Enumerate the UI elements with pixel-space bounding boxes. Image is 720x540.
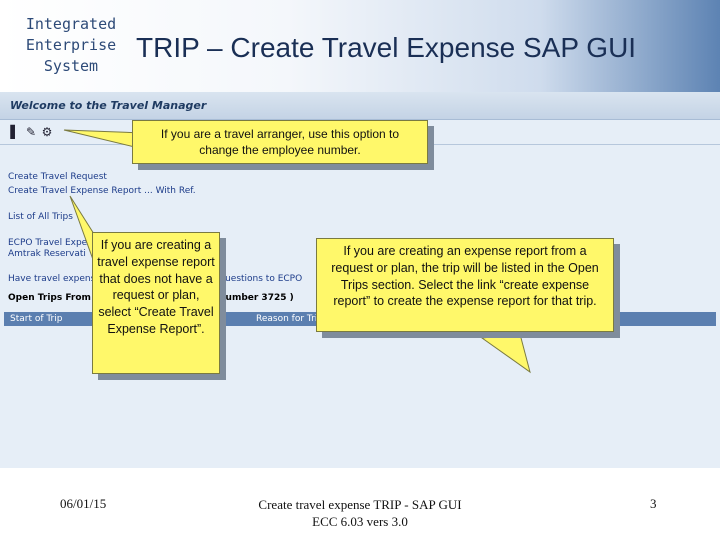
create-expense-report-link[interactable]: Create Travel Expense Report ... With Re… (8, 186, 196, 196)
sap-title-bar: Welcome to the Travel Manager (0, 92, 720, 120)
list-all-trips-link[interactable]: List of All Trips (8, 212, 73, 222)
edit-list-icon[interactable]: ✎ (24, 125, 38, 139)
user-change-icon[interactable]: ⚙ (40, 125, 54, 139)
org-name: Integrated Enterprise System (16, 14, 126, 77)
employee-number-text: Number 3725 ) (218, 293, 294, 303)
questions-ecpo-link[interactable]: Questions to ECPO (218, 274, 302, 284)
page-number: 3 (650, 496, 657, 511)
org-line-2: Enterprise (25, 36, 117, 54)
id-card-icon[interactable]: ▌ (8, 125, 22, 139)
org-line-3: System (43, 57, 99, 75)
sap-window-title: Welcome to the Travel Manager (10, 99, 207, 112)
have-travel-text: Have travel expense (8, 274, 101, 284)
slide-title: TRIP – Create Travel Expense SAP GUI (136, 32, 637, 63)
reason-for-trip-column[interactable]: Reason for Trip (256, 314, 323, 324)
amtrak-link[interactable]: Amtrak Reservati (8, 249, 86, 259)
callout-arranger: If you are a travel arranger, use this o… (132, 120, 428, 164)
callout-open-trips: If you are creating an expense report fr… (316, 238, 614, 332)
org-line-1: Integrated (25, 15, 117, 33)
slide-header: Integrated Enterprise System TRIP – Crea… (0, 0, 720, 92)
footer-center: Create travel expense TRIP - SAP GUI ECC… (258, 497, 462, 529)
create-travel-request-link[interactable]: Create Travel Request (8, 172, 107, 182)
start-of-trip-column[interactable]: Start of Trip (10, 314, 62, 324)
footer-date: 06/01/15 (60, 496, 107, 511)
callout-create-report: If you are creating a travel expense rep… (92, 232, 220, 374)
